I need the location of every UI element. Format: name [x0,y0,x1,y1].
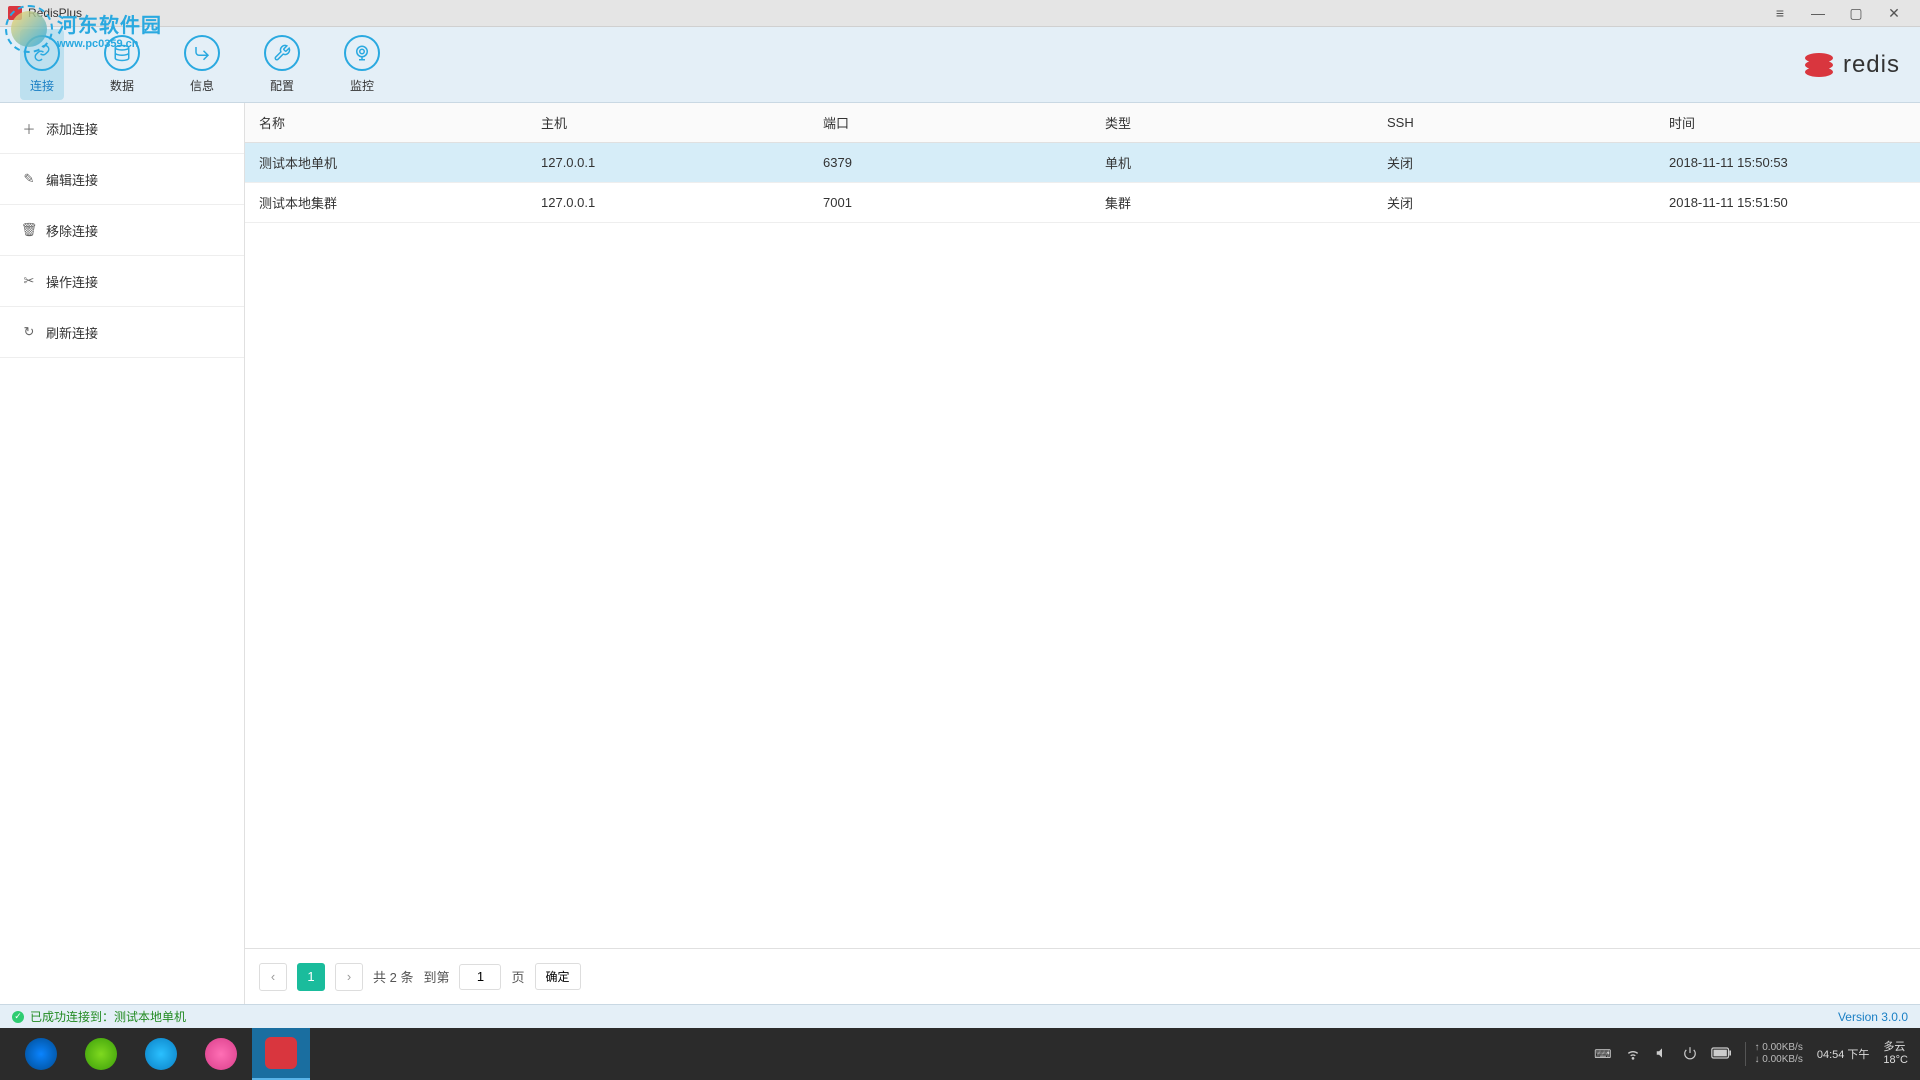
taskbar-app-redisplus[interactable] [252,1028,310,1080]
page-prev-button[interactable]: ‹ [259,963,287,991]
sidebar-item-label: 操作连接 [46,272,98,291]
tab-label: 监控 [350,77,374,94]
tab-label: 配置 [270,77,294,94]
redis-logo-text: redis [1843,51,1900,79]
weather[interactable]: 多云 18°C [1883,1041,1908,1067]
col-header-host[interactable]: 主机 [527,113,809,132]
table-row[interactable]: 测试本地单机 127.0.0.1 6379 单机 关闭 2018-11-11 1… [245,143,1920,183]
clock[interactable]: 04:54 下午 [1817,1046,1870,1062]
sidebar: ＋ 添加连接 ✎ 编辑连接 🗑 移除连接 ✂ 操作连接 ↻ 刷新连接 [0,103,245,1004]
page-input[interactable] [459,964,501,990]
cell-port: 6379 [809,155,1091,170]
sidebar-item-label: 刷新连接 [46,323,98,342]
scissors-icon: ✂ [22,273,36,289]
close-button[interactable]: ✕ [1876,3,1912,23]
redis-cube-icon [1803,52,1835,78]
tab-label: 信息 [190,77,214,94]
taskbar-app-browser[interactable] [72,1028,130,1080]
page-next-button[interactable]: › [335,963,363,991]
tab-monitor[interactable]: 监控 [340,29,384,100]
taskbar-app-monitor[interactable] [192,1028,250,1080]
cell-ssh: 关闭 [1373,193,1655,212]
trash-icon: 🗑 [22,222,36,238]
os-taskbar: ⌨ ↑ 0.00KB/s ↓ 0.00KB/s 04:54 下午 多云 18°C [0,1028,1920,1080]
weather-temp: 18°C [1883,1054,1908,1067]
sidebar-item-label: 添加连接 [46,119,98,138]
keyboard-icon[interactable]: ⌨ [1594,1047,1611,1061]
tab-data[interactable]: 数据 [100,29,144,100]
col-header-name[interactable]: 名称 [245,113,527,132]
tab-connection[interactable]: 连接 [20,29,64,100]
col-header-ssh[interactable]: SSH [1373,115,1655,130]
taskbar-app-qq[interactable] [132,1028,190,1080]
col-header-time[interactable]: 时间 [1655,113,1920,132]
page-suffix: 页 [511,967,524,986]
cell-ssh: 关闭 [1373,153,1655,172]
cell-host: 127.0.0.1 [527,195,809,210]
database-icon [104,35,140,71]
col-header-port[interactable]: 端口 [809,113,1091,132]
cell-port: 7001 [809,195,1091,210]
camera-icon [344,35,380,71]
status-message: 已成功连接到：测试本地单机 [30,1008,186,1025]
content-area: 名称 主机 端口 类型 SSH 时间 测试本地单机 127.0.0.1 6379… [245,103,1920,1004]
connection-table: 名称 主机 端口 类型 SSH 时间 测试本地单机 127.0.0.1 6379… [245,103,1920,948]
sidebar-item-label: 编辑连接 [46,170,98,189]
network-stats[interactable]: ↑ 0.00KB/s ↓ 0.00KB/s [1745,1042,1802,1066]
tab-label: 数据 [110,77,134,94]
main-toolbar: 连接 数据 信息 配置 监控 redis [0,27,1920,103]
app-icon [8,6,22,20]
sidebar-item-remove[interactable]: 🗑 移除连接 [0,205,244,256]
redis-logo: redis [1803,51,1900,79]
version-label: Version 3.0.0 [1838,1010,1908,1024]
refresh-icon: ↻ [22,324,36,340]
table-header: 名称 主机 端口 类型 SSH 时间 [245,103,1920,143]
sidebar-item-operate[interactable]: ✂ 操作连接 [0,256,244,307]
col-header-type[interactable]: 类型 [1091,113,1373,132]
pencil-icon: ✎ [22,171,36,187]
tab-label: 连接 [30,77,54,94]
wrench-icon [264,35,300,71]
net-up: ↑ 0.00KB/s [1754,1042,1802,1054]
total-count: 共 2 条 [373,967,413,986]
table-row[interactable]: 测试本地集群 127.0.0.1 7001 集群 关闭 2018-11-11 1… [245,183,1920,223]
status-bar: ✓ 已成功连接到：测试本地单机 Version 3.0.0 [0,1004,1920,1028]
maximize-button[interactable]: ▢ [1838,3,1874,23]
success-icon: ✓ [12,1011,24,1023]
cell-name: 测试本地单机 [245,153,527,172]
cell-type: 集群 [1091,193,1373,212]
cell-host: 127.0.0.1 [527,155,809,170]
wifi-icon[interactable] [1625,1045,1641,1064]
goto-confirm-button[interactable]: 确定 [535,963,581,990]
window-titlebar: RedisPlus ≡ — ▢ ✕ [0,0,1920,27]
tab-config[interactable]: 配置 [260,29,304,100]
plus-icon: ＋ [22,119,36,138]
taskbar-app-launcher[interactable] [12,1028,70,1080]
minimize-button[interactable]: — [1800,3,1836,23]
window-title: RedisPlus [28,6,82,20]
power-icon[interactable] [1683,1046,1697,1063]
volume-icon[interactable] [1655,1046,1669,1063]
info-icon [184,35,220,71]
goto-prefix: 到第 [423,967,449,986]
link-icon [24,35,60,71]
cell-name: 测试本地集群 [245,193,527,212]
pagination: ‹ 1 › 共 2 条 到第 页 确定 [245,948,1920,1004]
cell-time: 2018-11-11 15:51:50 [1655,195,1920,210]
page-number-button[interactable]: 1 [297,963,325,991]
battery-icon[interactable] [1711,1047,1731,1062]
menu-button[interactable]: ≡ [1762,3,1798,23]
net-down: ↓ 0.00KB/s [1754,1054,1802,1066]
weather-text: 多云 [1883,1041,1908,1054]
cell-time: 2018-11-11 15:50:53 [1655,155,1920,170]
cell-type: 单机 [1091,153,1373,172]
sidebar-item-label: 移除连接 [46,221,98,240]
sidebar-item-edit[interactable]: ✎ 编辑连接 [0,154,244,205]
tab-info[interactable]: 信息 [180,29,224,100]
sidebar-item-add[interactable]: ＋ 添加连接 [0,103,244,154]
sidebar-item-refresh[interactable]: ↻ 刷新连接 [0,307,244,358]
